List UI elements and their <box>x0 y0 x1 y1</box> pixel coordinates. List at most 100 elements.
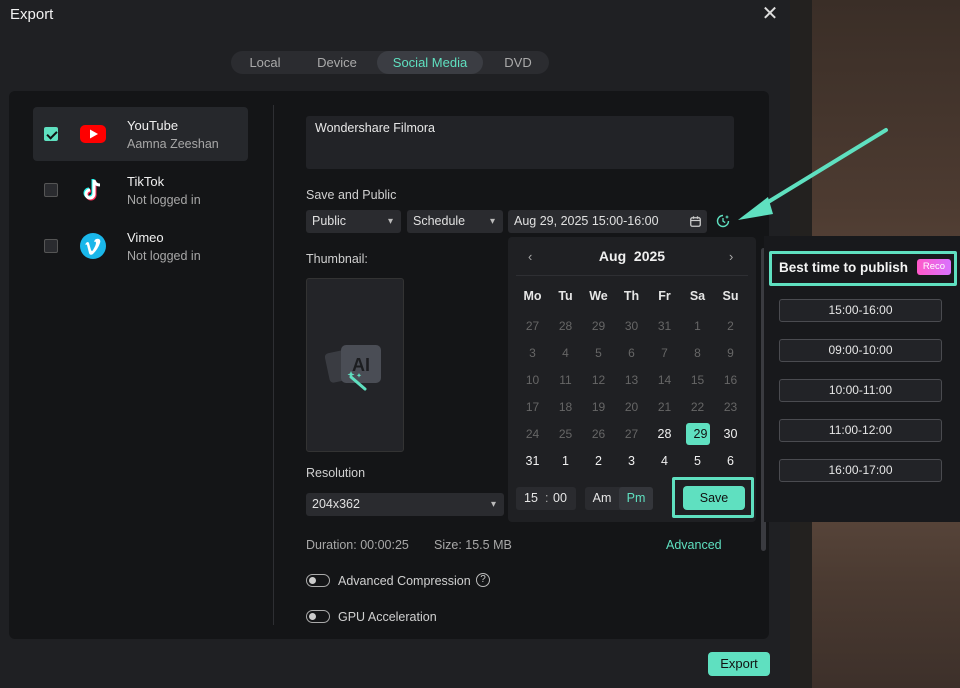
platform-youtube[interactable]: YouTube Aamna Zeeshan <box>33 107 248 161</box>
weekday-label: We <box>589 289 608 303</box>
calendar-month: Aug <box>598 248 627 264</box>
calendar-day[interactable]: 16 <box>719 369 743 391</box>
calendar-day[interactable]: 23 <box>719 396 743 418</box>
calendar-day[interactable]: 25 <box>554 423 578 445</box>
calendar-month-year: Aug 2025 <box>508 248 756 264</box>
calendar-day[interactable]: 28 <box>653 423 677 445</box>
chevron-down-icon: ▾ <box>387 216 393 227</box>
advanced-link[interactable]: Advanced <box>666 538 722 552</box>
time-input[interactable]: 15 : 00 <box>516 487 576 510</box>
thumbnail-picker[interactable]: AI <box>306 278 404 452</box>
weekday-label: Mo <box>523 289 542 303</box>
gpu-acceleration-toggle[interactable] <box>306 610 330 623</box>
calendar-day[interactable]: 17 <box>521 396 545 418</box>
weekday-label: Sa <box>689 289 706 303</box>
am-pm-toggle: Am Pm <box>585 487 653 510</box>
help-icon[interactable]: ? <box>476 573 490 587</box>
advanced-compression-label: Advanced Compression <box>338 574 471 588</box>
calendar-day[interactable]: 5 <box>587 342 611 364</box>
calendar-day[interactable]: 22 <box>686 396 710 418</box>
calendar-day[interactable]: 29 <box>587 315 611 337</box>
calendar-day[interactable]: 1 <box>686 315 710 337</box>
calendar-day[interactable]: 3 <box>521 342 545 364</box>
advanced-compression-toggle[interactable] <box>306 574 330 587</box>
weekday-label: Th <box>623 289 640 303</box>
calendar-day[interactable]: 13 <box>620 369 644 391</box>
chevron-down-icon: ▾ <box>489 216 495 227</box>
calendar-day[interactable]: 11 <box>554 369 578 391</box>
platform-tiktok[interactable]: TikTok Not logged in <box>33 163 248 217</box>
youtube-icon <box>80 125 106 143</box>
calendar-day[interactable]: 30 <box>719 423 743 445</box>
pm-option[interactable]: Pm <box>619 487 653 510</box>
time-slot-button[interactable]: 11:00-12:00 <box>779 419 942 442</box>
dialog-title: Export <box>10 6 54 23</box>
resolution-select[interactable]: 204x362 ▾ <box>306 493 504 516</box>
tab-social-media[interactable]: Social Media <box>377 51 483 74</box>
calendar-divider <box>516 275 748 276</box>
calendar-day-selected[interactable]: 29 <box>685 423 710 445</box>
export-button[interactable]: Export <box>708 652 770 676</box>
export-tabs: Local Device Social Media DVD <box>231 51 549 74</box>
calendar-day[interactable]: 24 <box>521 423 545 445</box>
calendar-day[interactable]: 31 <box>653 315 677 337</box>
close-icon[interactable]: ✕ <box>760 4 780 24</box>
calendar-day[interactable]: 4 <box>554 342 578 364</box>
calendar-day[interactable]: 26 <box>587 423 611 445</box>
am-option[interactable]: Am <box>585 487 619 510</box>
calendar-day[interactable]: 20 <box>620 396 644 418</box>
calendar-day[interactable]: 9 <box>719 342 743 364</box>
tab-dvd[interactable]: DVD <box>493 51 543 74</box>
calendar-day[interactable]: 1 <box>554 450 578 472</box>
calendar-day[interactable]: 5 <box>686 450 710 472</box>
vimeo-icon <box>80 233 106 259</box>
time-slot-button[interactable]: 15:00-16:00 <box>779 299 942 322</box>
calendar-day[interactable]: 14 <box>653 369 677 391</box>
tab-local[interactable]: Local <box>236 51 294 74</box>
time-slot-button[interactable]: 16:00-17:00 <box>779 459 942 482</box>
calendar-day[interactable]: 8 <box>686 342 710 364</box>
calendar-day[interactable]: 10 <box>521 369 545 391</box>
time-slot-button[interactable]: 09:00-10:00 <box>779 339 942 362</box>
calendar-day[interactable]: 27 <box>620 423 644 445</box>
calendar-day[interactable]: 4 <box>653 450 677 472</box>
tiktok-checkbox[interactable] <box>44 183 58 197</box>
calendar-day[interactable]: 31 <box>521 450 545 472</box>
calendar-day[interactable]: 27 <box>521 315 545 337</box>
gpu-acceleration-label: GPU Acceleration <box>338 610 437 624</box>
calendar-day[interactable]: 6 <box>719 450 743 472</box>
hour-value: 15 <box>524 491 538 505</box>
size-text: Size: 15.5 MB <box>434 538 512 552</box>
datetime-picker[interactable]: Aug 29, 2025 15:00-16:00 <box>508 210 707 233</box>
vimeo-checkbox[interactable] <box>44 239 58 253</box>
calendar-day[interactable]: 7 <box>653 342 677 364</box>
visibility-select[interactable]: Public ▾ <box>306 210 401 233</box>
time-separator: : <box>545 491 549 505</box>
calendar-day[interactable]: 18 <box>554 396 578 418</box>
calendar-year: 2025 <box>633 248 666 264</box>
calendar-day[interactable]: 2 <box>719 315 743 337</box>
youtube-checkbox[interactable] <box>44 127 58 141</box>
calendar-day[interactable]: 30 <box>620 315 644 337</box>
calendar-day[interactable]: 15 <box>686 369 710 391</box>
next-month-icon[interactable]: › <box>729 249 733 264</box>
calendar-day[interactable]: 19 <box>587 396 611 418</box>
calendar-day[interactable]: 3 <box>620 450 644 472</box>
schedule-select[interactable]: Schedule ▾ <box>407 210 503 233</box>
panel-divider <box>273 105 274 625</box>
calendar-day[interactable]: 21 <box>653 396 677 418</box>
calendar-day[interactable]: 12 <box>587 369 611 391</box>
ai-time-icon[interactable] <box>716 214 730 228</box>
ai-image-icon: AI <box>325 345 381 391</box>
resolution-value: 204x362 <box>312 497 360 511</box>
calendar-day[interactable]: 2 <box>587 450 611 472</box>
calendar-day[interactable]: 28 <box>554 315 578 337</box>
weekday-label: Fr <box>658 289 671 303</box>
platform-vimeo[interactable]: Vimeo Not logged in <box>33 219 248 273</box>
calendar-day[interactable]: 6 <box>620 342 644 364</box>
tab-device[interactable]: Device <box>307 51 367 74</box>
save-button[interactable]: Save <box>683 486 745 510</box>
time-slot-button[interactable]: 10:00-11:00 <box>779 379 942 402</box>
thumbnail-label: Thumbnail: <box>306 252 368 266</box>
schedule-value: Schedule <box>413 214 466 228</box>
